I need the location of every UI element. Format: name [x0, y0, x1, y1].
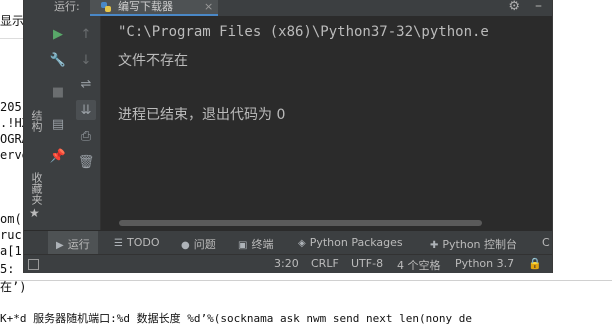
- print-icon[interactable]: ⎙: [76, 126, 96, 146]
- tab-label: 终端: [251, 238, 274, 251]
- rerun-icon[interactable]: ▶: [48, 24, 68, 44]
- horizontal-scrollbar[interactable]: [119, 220, 482, 226]
- bg-line: 5:: [0, 262, 15, 276]
- tool-window-tabs: ▶ 运行 ☰ TODO ● 问题 ▣ 终端 ◈ Python Packages ✚ Pyth…: [24, 230, 552, 255]
- toggle-tool-windows-icon[interactable]: [28, 259, 39, 270]
- problems-icon: ●: [181, 240, 190, 251]
- console-output[interactable]: "C:\Program Files (x86)\Python37-32\pyth…: [101, 16, 552, 230]
- line-ending[interactable]: CRLF: [311, 257, 339, 270]
- close-icon[interactable]: ×: [204, 0, 213, 14]
- play-icon: ▶: [56, 240, 64, 251]
- scroll-to-end-icon[interactable]: ⇊: [76, 100, 96, 120]
- console-line: 进程已结束，退出代码为 0: [118, 107, 286, 123]
- arrow-up-icon[interactable]: ↑: [76, 24, 96, 44]
- caret-position[interactable]: 3:20: [274, 257, 299, 270]
- tab-label: 问题: [193, 238, 216, 251]
- bg-line: 显示: [0, 14, 25, 28]
- list-icon: ☰: [114, 238, 123, 249]
- indent-setting[interactable]: 4 个空格: [397, 257, 441, 273]
- run-tool-window: 运行: 编写下载器 × ⚙ – 结构 收藏夹 ★ ▶ 🔧 ■ ▤ 📌 ↑ ↓ ⇌…: [24, 0, 552, 273]
- pin-icon[interactable]: 📌: [48, 146, 68, 166]
- tab-label: Python 控制台: [442, 238, 518, 251]
- run-label: 运行:: [54, 0, 80, 13]
- favorites-tab[interactable]: 收藏夹: [28, 172, 44, 205]
- python-icon: [101, 2, 111, 12]
- run-toolbar: ▶ 🔧 ■ ▤ 📌: [44, 16, 73, 230]
- status-bar: 3:20 CRLF UTF-8 4 个空格 Python 3.7 🔒: [24, 254, 552, 273]
- console-toolbar: ↑ ↓ ⇌ ⇊ ⎙ 🗑: [72, 16, 101, 230]
- left-tool-strip: 结构 收藏夹 ★: [24, 16, 45, 230]
- tab-label: 运行: [67, 238, 90, 251]
- run-config-tab[interactable]: 编写下载器 ×: [90, 0, 218, 16]
- tab-todo[interactable]: ☰ TODO: [114, 236, 159, 249]
- arrow-down-icon[interactable]: ↓: [76, 50, 96, 70]
- interpreter[interactable]: Python 3.7: [455, 257, 514, 270]
- bg-line: K+*d 服务器随机端口:%d 数据长度 %d’%(socknama ask n…: [0, 312, 472, 325]
- gear-icon[interactable]: ⚙: [508, 0, 520, 14]
- star-icon: ★: [29, 206, 40, 220]
- terminal-icon: ▣: [238, 240, 248, 251]
- wrench-icon[interactable]: 🔧: [48, 50, 68, 70]
- minimize-icon[interactable]: –: [535, 0, 542, 14]
- file-encoding[interactable]: UTF-8: [351, 257, 383, 270]
- structure-tab[interactable]: 结构: [28, 110, 44, 132]
- stop-icon[interactable]: ■: [48, 82, 68, 102]
- tab-python-packages[interactable]: ◈ Python Packages: [298, 236, 403, 249]
- tab-problems[interactable]: ● 问题: [181, 236, 216, 252]
- run-tab-title: 编写下载器: [118, 0, 173, 13]
- soft-wrap-icon[interactable]: ⇌: [76, 74, 96, 94]
- packages-icon: ◈: [298, 238, 306, 249]
- tab-terminal[interactable]: ▣ 终端: [238, 236, 273, 252]
- tab-label: Python Packages: [309, 236, 403, 249]
- bg-rule: [0, 280, 612, 281]
- console-line: "C:\Program Files (x86)\Python37-32\pyth…: [118, 24, 489, 40]
- python-console-icon: ✚: [430, 240, 439, 251]
- bg-line: 在’): [0, 280, 27, 294]
- lock-icon[interactable]: 🔒: [528, 257, 542, 270]
- tab-overflow[interactable]: C: [542, 236, 550, 249]
- run-tab-bar: 运行: 编写下载器 × ⚙ –: [24, 0, 552, 17]
- console-line: 文件不存在: [118, 53, 188, 69]
- trash-icon[interactable]: 🗑: [76, 152, 96, 172]
- tab-label: C: [542, 236, 550, 249]
- tab-label: TODO: [126, 236, 160, 249]
- layout-icon[interactable]: ▤: [48, 114, 68, 134]
- tab-run[interactable]: ▶ 运行: [48, 231, 98, 255]
- bg-line: ruc: [0, 228, 22, 242]
- tab-python-console[interactable]: ✚ Python 控制台: [430, 236, 517, 252]
